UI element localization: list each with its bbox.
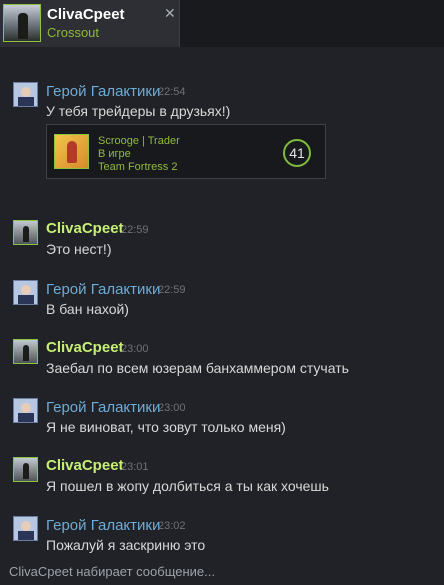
sender-name[interactable]: ClivaCpeet <box>46 457 124 474</box>
avatar[interactable] <box>13 220 38 245</box>
sender-name[interactable]: Герой Галактики <box>46 281 160 298</box>
typing-user: ClivaCpeet <box>9 564 73 579</box>
friend-card-name: Scrooge | Trader <box>98 135 180 147</box>
tab-game-status: Crossout <box>47 25 100 40</box>
timestamp: 22:59 <box>121 224 149 236</box>
steam-level-badge: 41 <box>283 139 311 167</box>
timestamp: 23:02 <box>158 520 186 532</box>
friend-card-status: В игре <box>98 148 131 160</box>
message-text: У тебя трейдеры в друзьях!) <box>46 103 231 119</box>
typing-text: набирает сообщение... <box>76 564 215 579</box>
avatar <box>3 4 41 42</box>
timestamp: 23:01 <box>121 461 149 473</box>
friend-invite-card[interactable]: Scrooge | Trader В игре Team Fortress 2 … <box>46 124 326 179</box>
chat-tab[interactable]: ClivaCpeet Crossout ✕ <box>0 0 180 47</box>
timestamp: 22:59 <box>158 284 186 296</box>
sender-name[interactable]: Герой Галактики <box>46 517 160 534</box>
close-icon[interactable]: ✕ <box>164 5 176 22</box>
message-text: Заебал по всем юзерам банхаммером стучат… <box>46 360 349 376</box>
typing-indicator: ClivaCpeet набирает сообщение... <box>9 564 215 579</box>
chat-tab-bar: ClivaCpeet Crossout ✕ <box>0 0 444 47</box>
message-text: Это нест!) <box>46 241 112 257</box>
message-text: Я пошел в жопу долбиться а ты как хочешь <box>46 478 329 494</box>
tab-friend-name: ClivaCpeet <box>47 6 125 23</box>
friend-card-game: Team Fortress 2 <box>98 161 178 173</box>
sender-name[interactable]: ClivaCpeet <box>46 339 124 356</box>
avatar[interactable] <box>13 516 38 541</box>
avatar <box>54 134 89 169</box>
avatar[interactable] <box>13 398 38 423</box>
avatar[interactable] <box>13 339 38 364</box>
avatar[interactable] <box>13 82 38 107</box>
timestamp: 22:54 <box>158 86 186 98</box>
message-text: Пожалуй я заскриню это <box>46 537 206 553</box>
avatar[interactable] <box>13 280 38 305</box>
message-text: Я не виноват, что зовут только меня) <box>46 419 286 435</box>
timestamp: 23:00 <box>158 402 186 414</box>
message-text: В бан нахой) <box>46 301 129 317</box>
sender-name[interactable]: ClivaCpeet <box>46 220 124 237</box>
avatar[interactable] <box>13 457 38 482</box>
sender-name[interactable]: Герой Галактики <box>46 83 160 100</box>
sender-name[interactable]: Герой Галактики <box>46 399 160 416</box>
timestamp: 23:00 <box>121 343 149 355</box>
